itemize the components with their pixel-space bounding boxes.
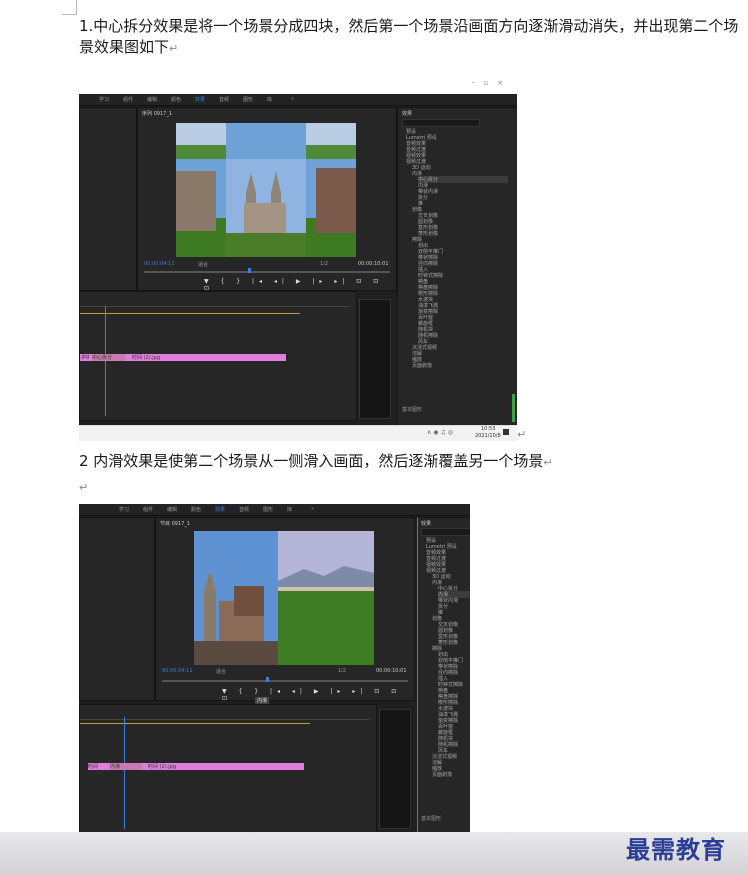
effects-title: 效果: [421, 521, 432, 527]
fx-item[interactable]: 页面剥落: [432, 771, 452, 778]
transition-marker-label: 内滑: [255, 697, 270, 704]
window-controls: -▫×: [472, 79, 512, 87]
preview-frame-center-split: [176, 123, 356, 257]
effects-tree: 预设 Lumetri 预设 音频效果 音频过渡 视频效果 视频过渡 3D 运动 …: [402, 128, 514, 398]
fit-dropdown[interactable]: 适合: [198, 261, 208, 268]
close-icon[interactable]: ×: [497, 79, 512, 87]
clip-left[interactable]: .jpg: [80, 354, 92, 361]
taskbar-clock[interactable]: 10:53: [481, 426, 495, 432]
effects-search[interactable]: [402, 119, 480, 127]
watermark-logo: 最需教育: [626, 835, 726, 864]
taskbar-date[interactable]: 2021/10/8: [475, 433, 501, 439]
premiere-screenshot-1: 学习 组件 编辑 颜色 效果 音频 图形 库 » 序列 0917_1 00:00…: [79, 94, 517, 425]
premiere-screenshot-2: 学习 组件 编辑 颜色 效果 音频 图形 库 » 节目 0917_1 00:00…: [79, 504, 470, 832]
effects-panel: 效果 预设 Lumetri 预设 音频效果 音频过渡 视频效果 视频过渡 3D …: [417, 517, 470, 832]
timeline-panel: .jpg 中心拆分 时间 (2).jpg: [79, 291, 357, 421]
menu-item[interactable]: 学习: [99, 96, 109, 103]
menu-item[interactable]: 库: [287, 506, 292, 513]
windows-taskbar: ∧ ◉ ♫ ◎ 10:53 2021/10/8: [79, 425, 517, 441]
paragraph-1: 1.中心拆分效果是将一个场景分成四块，然后第一个场景沿画面方向逐渐滑动消失，并出…: [79, 16, 739, 59]
resolution-dropdown[interactable]: 1/2: [320, 261, 328, 267]
duration-timecode: 00:00:10:01: [358, 261, 389, 267]
menu-item[interactable]: 颜色: [171, 96, 181, 103]
transition-label: 内滑: [110, 764, 121, 770]
program-monitor: 序列 0917_1 00:00:04:11 适合 1/2 00:00:10:01…: [137, 107, 397, 292]
effects-tree: 预设 Lumetri 预设 音频效果 音频过渡 视频效果 视频过渡 3D 运动 …: [420, 537, 470, 807]
current-timecode[interactable]: 00:00:04:11: [162, 668, 193, 674]
transition-label: 中心拆分: [92, 355, 113, 361]
playhead-line[interactable]: [124, 717, 125, 829]
menu-item-active[interactable]: 效果: [215, 506, 225, 513]
source-panel: [79, 107, 137, 291]
program-tab[interactable]: 序列 0917_1: [142, 110, 172, 117]
menu-item[interactable]: 组件: [143, 506, 153, 513]
fx-item[interactable]: 页面剥落: [412, 362, 432, 369]
menu-item[interactable]: 音频: [239, 506, 249, 513]
timeline-panel: 时间 (1).jpg 内滑 时间 (2).jpg: [79, 704, 377, 832]
effects-panel: 效果 预设 Lumetri 预设 音频效果 音频过渡 视频效果 视频过渡 3D …: [397, 107, 517, 425]
fit-dropdown[interactable]: 适合: [216, 668, 226, 675]
menu-item[interactable]: 编辑: [167, 506, 177, 513]
basic-graphics-tab[interactable]: 基本图形: [402, 406, 422, 413]
menu-item[interactable]: 组件: [123, 96, 133, 103]
source-panel: [79, 517, 155, 701]
menu-item[interactable]: 库: [267, 96, 272, 103]
playhead-scrubber[interactable]: [144, 271, 390, 273]
transport-controls[interactable]: ▼ { } |◂ ◂| ▶ |▸ ▸| ⊡ ⊡ ⊡: [204, 278, 396, 292]
menu-item[interactable]: 编辑: [147, 96, 157, 103]
audio-meter: [379, 709, 411, 829]
system-tray-icons: ∧ ◉ ♫ ◎: [427, 429, 453, 436]
clip-right[interactable]: 时间 (2).jpg: [142, 763, 304, 770]
menu-more[interactable]: »: [311, 506, 314, 512]
time-ruler[interactable]: [80, 300, 350, 307]
resolution-dropdown[interactable]: 1/2: [338, 668, 346, 674]
clip-left[interactable]: 时间 (1).jpg: [88, 763, 110, 776]
transport-controls[interactable]: ▼ { } |◂ ◂| ▶ |▸ ▸| ⊡ ⊡ ⊡: [222, 688, 414, 702]
empty-paragraph: ↵: [79, 477, 88, 498]
return-mark: ↵: [543, 456, 553, 469]
current-timecode[interactable]: 00:00:04:11: [144, 261, 175, 267]
effects-title: 效果: [402, 111, 413, 117]
fx-item-selected[interactable]: 中心拆分: [418, 176, 508, 183]
clip-right[interactable]: 时间 (2).jpg: [126, 354, 286, 361]
program-monitor: 节目 0917_1 00:00:04:11 适合 1/2 00:00:10:01…: [155, 517, 415, 702]
transition-slide[interactable]: 内滑: [110, 763, 142, 770]
workspace-menu-bar: 学习 组件 编辑 颜色 效果 音频 图形 库 »: [79, 94, 517, 106]
menu-item[interactable]: 图形: [243, 96, 253, 103]
playhead-marker[interactable]: [266, 677, 269, 682]
menu-item[interactable]: 图形: [263, 506, 273, 513]
paragraph-2: 2 内滑效果是使第二个场景从一侧滑入画面，然后逐渐覆盖另一个场景↵: [79, 451, 739, 473]
clip-left-label: 时间 (1).jpg: [88, 764, 105, 776]
clip-left-label: .jpg: [80, 354, 90, 360]
menu-item[interactable]: 音频: [219, 96, 229, 103]
basic-graphics-tab[interactable]: 基本图形: [421, 815, 441, 822]
preview-frame-slide: [194, 531, 374, 665]
return-mark: ↵: [79, 481, 89, 494]
work-area-bar: [80, 313, 300, 314]
work-area-bar: [80, 723, 310, 724]
effects-search[interactable]: [421, 528, 470, 536]
playhead-marker[interactable]: [248, 268, 251, 273]
scrollbar[interactable]: [512, 394, 515, 422]
maximize-icon[interactable]: ▫: [484, 79, 498, 87]
playhead-line[interactable]: [105, 306, 106, 416]
return-mark: ↵: [517, 428, 527, 441]
audio-meter: [359, 299, 391, 419]
return-mark: ↵: [169, 42, 179, 55]
clip-right-label: 时间 (2).jpg: [148, 764, 176, 770]
minimize-icon[interactable]: -: [472, 79, 484, 87]
clip-right-label: 时间 (2).jpg: [132, 355, 160, 361]
menu-item-active[interactable]: 效果: [195, 96, 205, 103]
workspace-menu-bar: 学习 组件 编辑 颜色 效果 音频 图形 库 »: [79, 504, 470, 516]
notification-icon[interactable]: [503, 429, 509, 435]
program-tab[interactable]: 节目 0917_1: [160, 520, 190, 527]
menu-item[interactable]: 学习: [119, 506, 129, 513]
duration-timecode: 00:00:10:01: [376, 668, 407, 674]
menu-more[interactable]: »: [291, 96, 294, 102]
transition-center-split[interactable]: 中心拆分: [92, 354, 126, 361]
menu-item[interactable]: 颜色: [191, 506, 201, 513]
margin-corner-mark: [62, 0, 77, 15]
playhead-scrubber[interactable]: [162, 680, 408, 682]
paragraph-2-text: 2 内滑效果是使第二个场景从一侧滑入画面，然后逐渐覆盖另一个场景: [79, 452, 544, 470]
